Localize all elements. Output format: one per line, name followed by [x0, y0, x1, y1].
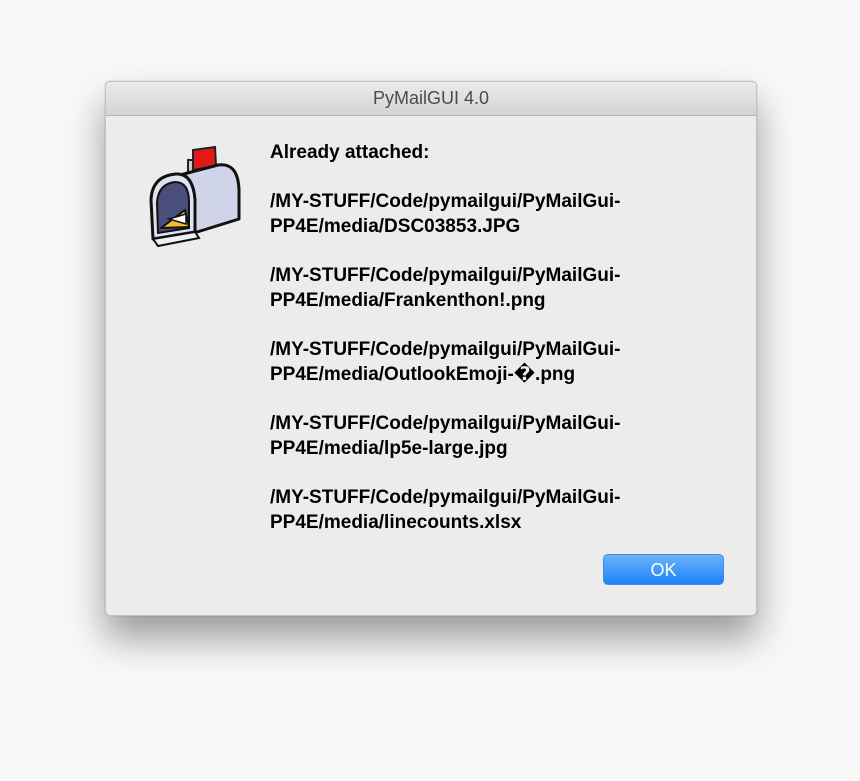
attachment-item: /MY-STUFF/Code/pymailgui/PyMailGui- PP4E…: [270, 337, 720, 387]
message-heading: Already attached:: [270, 142, 430, 163]
title-bar: PyMailGUI 4.0: [106, 82, 756, 116]
ok-button[interactable]: OK: [603, 554, 724, 585]
attachment-path-line2: PP4E/media/linecounts.xlsx: [270, 512, 522, 533]
attachment-path-line1: /MY-STUFF/Code/pymailgui/PyMailGui-: [270, 265, 621, 286]
attachment-path-line1: /MY-STUFF/Code/pymailgui/PyMailGui-: [270, 413, 621, 434]
attachment-item: /MY-STUFF/Code/pymailgui/PyMailGui- PP4E…: [270, 189, 720, 239]
attachment-path-line1: /MY-STUFF/Code/pymailgui/PyMailGui-: [270, 487, 621, 508]
attachment-item: /MY-STUFF/Code/pymailgui/PyMailGui- PP4E…: [270, 485, 720, 535]
attachment-path-line2: PP4E/media/OutlookEmoji-�.png: [270, 364, 576, 385]
message-area: Already attached: /MY-STUFF/Code/pymailg…: [270, 140, 720, 559]
attachment-item: /MY-STUFF/Code/pymailgui/PyMailGui- PP4E…: [270, 263, 720, 313]
attachment-path-line2: PP4E/media/DSC03853.JPG: [270, 216, 521, 237]
mailbox-icon: [146, 142, 246, 252]
attachment-item: /MY-STUFF/Code/pymailgui/PyMailGui- PP4E…: [270, 411, 720, 461]
dialog-window: PyMailGUI 4.0 Already attached: /MY-STUF…: [105, 81, 757, 616]
attachment-path-line1: /MY-STUFF/Code/pymailgui/PyMailGui-: [270, 191, 621, 212]
attachment-path-line2: PP4E/media/lp5e-large.jpg: [270, 438, 508, 459]
attachment-path-line2: PP4E/media/Frankenthon!.png: [270, 290, 546, 311]
attachment-path-line1: /MY-STUFF/Code/pymailgui/PyMailGui-: [270, 339, 621, 360]
